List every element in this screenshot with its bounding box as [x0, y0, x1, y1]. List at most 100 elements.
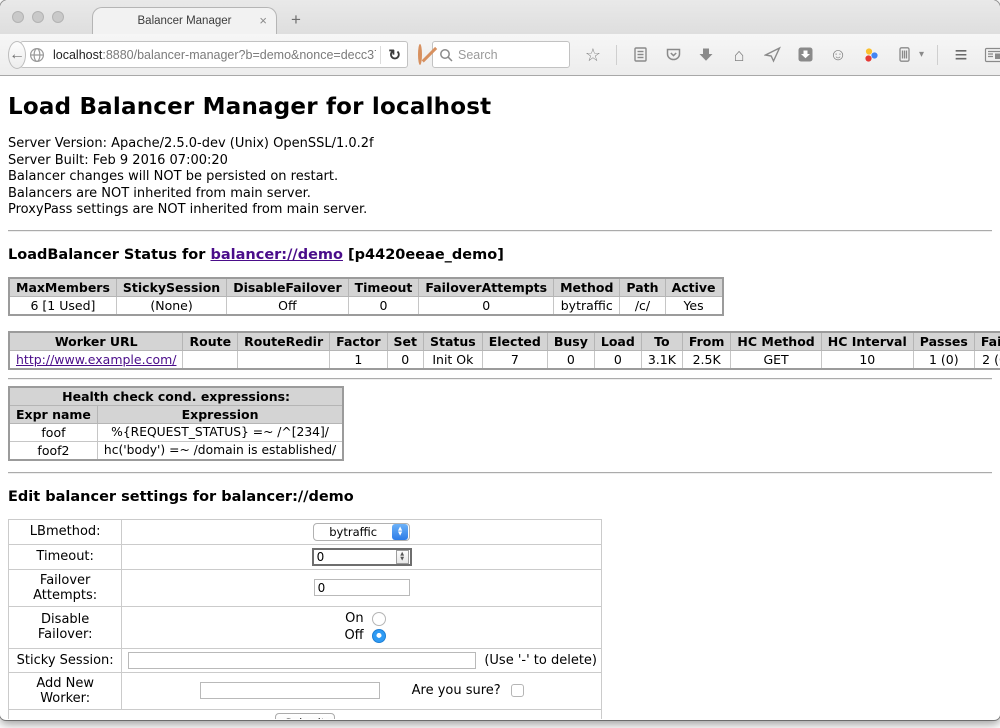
- window-close-button[interactable]: [12, 11, 24, 23]
- column-header: Expr name: [9, 405, 97, 423]
- worker-url-link[interactable]: http://www.example.com/: [16, 352, 176, 367]
- smiley-addon-icon[interactable]: ☺: [828, 45, 848, 65]
- lbmethod-label: LBmethod:: [9, 519, 122, 544]
- cell: 0: [387, 350, 423, 369]
- add-worker-input[interactable]: [200, 682, 380, 699]
- url-path: :8880/balancer-manager?b=demo&nonce=decc…: [102, 48, 376, 62]
- cell: 1 (0): [913, 350, 974, 369]
- globe-icon: [27, 45, 47, 65]
- cell: /c/: [620, 296, 665, 315]
- disable-failover-on-radio[interactable]: [372, 612, 386, 626]
- submit-button[interactable]: Submit: [275, 713, 336, 719]
- failover-attempts-input[interactable]: [314, 579, 410, 596]
- column-header: Method: [554, 278, 620, 297]
- radio-off-label: Off: [338, 628, 364, 644]
- balancer-demo-link[interactable]: balancer://demo: [210, 247, 343, 263]
- disable-failover-cell: On Off: [122, 606, 602, 648]
- page-actions-icon[interactable]: [894, 45, 914, 65]
- server-version-line: Server Version: Apache/2.5.0-dev (Unix) …: [8, 136, 992, 153]
- notice-line: ProxyPass settings are NOT inherited fro…: [8, 202, 992, 219]
- number-spinner-icon[interactable]: ▲▼: [396, 550, 409, 564]
- table-row: foof %{REQUEST_STATUS} =~ /^[234]/: [9, 423, 343, 441]
- reading-list-icon[interactable]: [630, 45, 650, 65]
- column-header: Route: [183, 332, 238, 351]
- sticky-session-input[interactable]: [128, 652, 476, 669]
- window-controls: [12, 11, 64, 23]
- sticky-session-label: Sticky Session:: [9, 648, 122, 672]
- submit-cell: Submit: [9, 709, 602, 719]
- sticky-session-hint: (Use '-' to delete): [476, 653, 597, 668]
- status-heading-suffix: [p4420eeae_demo]: [343, 247, 504, 263]
- search-bar[interactable]: [432, 41, 570, 68]
- tab-close-icon[interactable]: ×: [259, 13, 267, 28]
- add-worker-cell: Are you sure?: [122, 672, 602, 709]
- cell: [238, 350, 330, 369]
- column-header: RouteRedir: [238, 332, 330, 351]
- chevron-down-icon[interactable]: ▾: [919, 49, 924, 60]
- column-header: Fails: [974, 332, 1000, 351]
- cell: Init Ok: [424, 350, 483, 369]
- reload-icon[interactable]: ↻: [380, 46, 401, 64]
- notice-line: Balancer changes will NOT be persisted o…: [8, 169, 992, 186]
- url-text: localhost:8880/balancer-manager?b=demo&n…: [53, 48, 376, 62]
- table-header-row: Expr name Expression: [9, 405, 343, 423]
- table-row: foof2 hc('body') =~ /domain is establish…: [9, 441, 343, 460]
- column-header: Expression: [97, 405, 343, 423]
- content-blocked-icon[interactable]: [418, 44, 422, 65]
- column-header: DisableFailover: [227, 278, 348, 297]
- window-minimize-button[interactable]: [32, 11, 44, 23]
- addon-download-icon[interactable]: [795, 45, 815, 65]
- notice-line: Balancers are NOT inherited from main se…: [8, 186, 992, 203]
- sticky-session-cell: (Use '-' to delete): [122, 648, 602, 672]
- cell: 10: [821, 350, 913, 369]
- window-zoom-button[interactable]: [52, 11, 64, 23]
- column-header: Worker URL: [9, 332, 183, 351]
- column-header: MaxMembers: [9, 278, 116, 297]
- send-plane-icon[interactable]: [762, 45, 782, 65]
- failover-attempts-cell: [122, 569, 602, 606]
- lbmethod-select[interactable]: bytraffic ▲▼: [313, 523, 410, 541]
- search-input[interactable]: [458, 48, 563, 62]
- table-row: 6 [1 Used] (None) Off 0 0 bytraffic /c/ …: [9, 296, 723, 315]
- loadbalancer-status-heading: LoadBalancer Status for balancer://demo …: [8, 247, 992, 263]
- column-header: Set: [387, 332, 423, 351]
- form-row-add-worker: Add New Worker: Are you sure?: [9, 672, 602, 709]
- timeout-value-cell: 0 ▲▼: [122, 544, 602, 569]
- toolbar-separator: [937, 45, 938, 65]
- column-header: HC Method: [731, 332, 821, 351]
- home-icon[interactable]: ⌂: [729, 45, 749, 65]
- bookmark-star-icon[interactable]: ☆: [583, 45, 603, 65]
- form-row-submit: Submit: [9, 709, 602, 719]
- column-header: FailoverAttempts: [419, 278, 554, 297]
- tab-balancer-manager[interactable]: Balancer Manager ×: [92, 7, 277, 34]
- newspaper-grid-icon[interactable]: [984, 45, 1000, 65]
- cell: 2.5K: [682, 350, 731, 369]
- back-button[interactable]: ←: [8, 41, 26, 69]
- menu-icon[interactable]: ≡: [951, 45, 971, 65]
- timeout-input[interactable]: 0 ▲▼: [312, 548, 412, 566]
- pocket-icon[interactable]: [663, 45, 683, 65]
- tab-bar: Balancer Manager × +: [0, 0, 1000, 34]
- are-you-sure-label: Are you sure?: [412, 683, 501, 698]
- column-header: To: [641, 332, 682, 351]
- disable-failover-off-radio[interactable]: [372, 629, 386, 643]
- form-row-failover-attempts: Failover Attempts:: [9, 569, 602, 606]
- navigation-toolbar: ← localhost:8880/balancer-manager?b=demo…: [0, 34, 1000, 76]
- edit-settings-heading: Edit balancer settings for balancer://de…: [8, 489, 992, 505]
- url-bar[interactable]: localhost:8880/balancer-manager?b=demo&n…: [20, 41, 408, 68]
- colored-dots-addon-icon[interactable]: [861, 45, 881, 65]
- downloads-icon[interactable]: [696, 45, 716, 65]
- health-check-table: Health check cond. expressions: Expr nam…: [8, 386, 344, 461]
- add-worker-label: Add New Worker:: [9, 672, 122, 709]
- table-header-row: Health check cond. expressions:: [9, 387, 343, 406]
- cell: 1: [330, 350, 387, 369]
- balancer-status-table: MaxMembers StickySession DisableFailover…: [8, 277, 724, 316]
- worker-table: Worker URL Route RouteRedir Factor Set S…: [8, 331, 1000, 370]
- cell: 0: [419, 296, 554, 315]
- cell: GET: [731, 350, 821, 369]
- disable-failover-label: Disable Failover:: [9, 606, 122, 648]
- cell: 3.1K: [641, 350, 682, 369]
- new-tab-button[interactable]: +: [291, 10, 301, 30]
- are-you-sure-checkbox[interactable]: [511, 684, 524, 697]
- failover-attempts-label: Failover Attempts:: [9, 569, 122, 606]
